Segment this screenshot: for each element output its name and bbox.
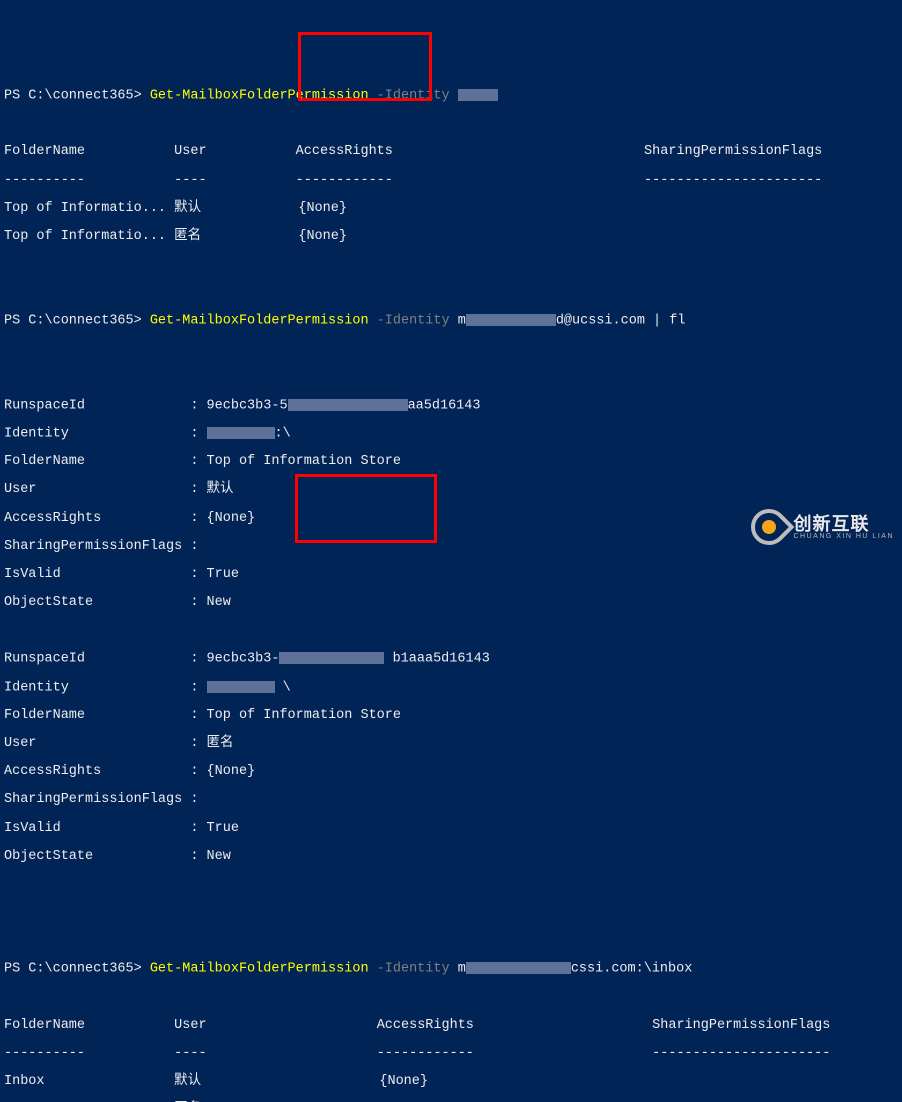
col1-dash: ---------- <box>4 1046 85 1061</box>
ps-prompt: PS C:\connect365> <box>4 89 150 104</box>
param-identity-1: -Identity <box>369 89 458 104</box>
table-row: Inbox 默认 {None} <box>4 1074 428 1089</box>
identity-3-suffix: cssi.com:\inbox <box>571 962 693 977</box>
fl-label: ObjectState <box>4 849 93 864</box>
col1-header: FolderName <box>4 1018 85 1033</box>
fl-value: 默认 <box>207 482 234 497</box>
param-identity-2: -Identity <box>369 314 458 329</box>
watermark: 创新互联 CHUANG XIN HU LIAN <box>751 509 894 545</box>
fl-value: True <box>207 821 239 836</box>
identity-2-suffix: @ucssi.com <box>564 314 645 329</box>
fl-label: IsValid <box>4 821 61 836</box>
fl-label: FolderName <box>4 454 85 469</box>
fl-label: SharingPermissionFlags <box>4 539 182 554</box>
fl-value: New <box>207 595 231 610</box>
watermark-logo-icon <box>751 509 787 545</box>
col3-header: AccessRights <box>296 144 393 159</box>
watermark-text: 创新互联 <box>793 515 894 533</box>
fl-value: 9ecbc3b3-5 <box>207 398 288 413</box>
fl-label: RunspaceId <box>4 652 85 667</box>
command-1: Get-MailboxFolderPermission <box>150 89 369 104</box>
col4-dash: ---------------------- <box>652 1046 830 1061</box>
fl-label: AccessRights <box>4 511 101 526</box>
col2-header: User <box>174 1018 206 1033</box>
fl-value: :\ <box>275 427 291 442</box>
table-row: Top of Informatio... 默认 {None} <box>4 201 347 216</box>
fl-label: User <box>4 736 36 751</box>
terminal-output[interactable]: PS C:\connect365> Get-MailboxFolderPermi… <box>4 61 898 1102</box>
watermark-subtext: CHUANG XIN HU LIAN <box>793 533 894 540</box>
col4-header: SharingPermissionFlags <box>652 1018 830 1033</box>
ps-prompt: PS C:\connect365> <box>4 962 150 977</box>
fl-label: Identity <box>4 680 69 695</box>
col3-dash: ------------ <box>377 1046 474 1061</box>
fl-value: Top of Information Store <box>207 454 401 469</box>
col1-dash: ---------- <box>4 173 85 188</box>
col2-dash: ---- <box>174 1046 206 1061</box>
fl-label: FolderName <box>4 708 85 723</box>
col3-dash: ------------ <box>296 173 393 188</box>
fl-label: User <box>4 482 36 497</box>
col2-header: User <box>174 144 206 159</box>
col4-dash: ---------------------- <box>644 173 822 188</box>
fl-label: AccessRights <box>4 764 101 779</box>
fl-value: Top of Information Store <box>207 708 401 723</box>
fl-value: {None} <box>207 511 256 526</box>
col1-header: FolderName <box>4 144 85 159</box>
fl-label: SharingPermissionFlags <box>4 792 182 807</box>
table-row: Top of Informatio... 匿名 {None} <box>4 229 347 244</box>
ps-prompt: PS C:\connect365> <box>4 314 150 329</box>
fl-value: {None} <box>207 764 256 779</box>
fl-label: IsValid <box>4 567 61 582</box>
fl-value: 匿名 <box>207 736 234 751</box>
param-identity-3: -Identity <box>369 962 458 977</box>
command-3: Get-MailboxFolderPermission <box>150 962 369 977</box>
fl-value: New <box>207 849 231 864</box>
fl-label: ObjectState <box>4 595 93 610</box>
command-2: Get-MailboxFolderPermission <box>150 314 369 329</box>
fl-value: 9ecbc3b3- <box>207 652 280 667</box>
col4-header: SharingPermissionFlags <box>644 144 822 159</box>
fl-value: True <box>207 567 239 582</box>
fl-value: \ <box>283 680 291 695</box>
fl-label: Identity <box>4 427 69 442</box>
col2-dash: ---- <box>174 173 206 188</box>
col3-header: AccessRights <box>377 1018 474 1033</box>
fl-label: RunspaceId <box>4 398 85 413</box>
pipe-fl: | fl <box>645 314 686 329</box>
